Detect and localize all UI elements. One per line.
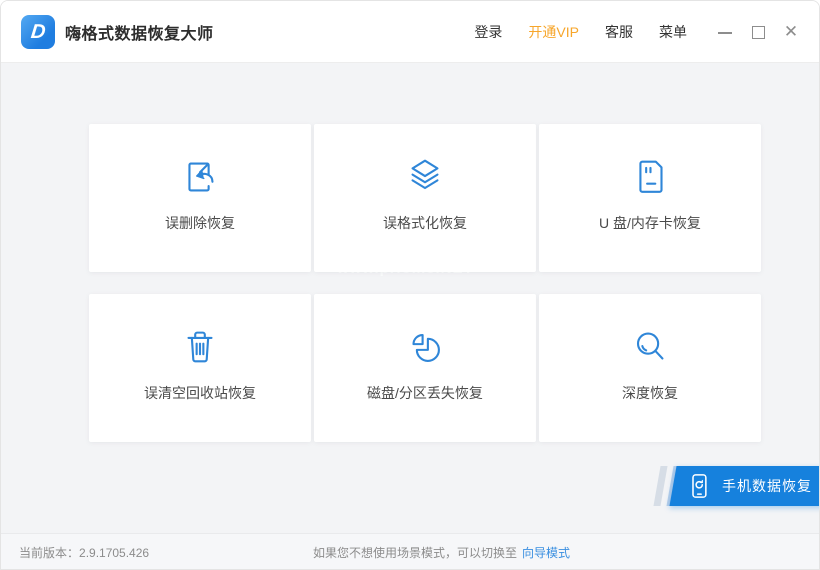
version-label: 当前版本：: [19, 546, 79, 560]
card-label: 误清空回收站恢复: [144, 383, 256, 403]
version-number: 2.9.1705.426: [79, 546, 149, 560]
scene-mode-panel: www.pHome.NET 误删除恢复: [1, 63, 819, 533]
wizard-mode-link[interactable]: 向导模式: [522, 546, 570, 560]
magnifier-icon: [627, 324, 673, 370]
maximize-button[interactable]: [750, 24, 766, 40]
card-usb-sdcard-recovery[interactable]: U 盘/内存卡恢复: [539, 124, 761, 272]
card-label: 深度恢复: [622, 383, 678, 403]
card-undelete-recovery[interactable]: 误删除恢复: [89, 124, 311, 272]
window-controls: ✕: [717, 24, 799, 40]
card-label: 误格式化恢复: [383, 213, 467, 233]
card-label: 误删除恢复: [165, 213, 235, 233]
phone-data-recovery-button[interactable]: 手机数据恢复: [669, 466, 820, 506]
card-label: U 盘/内存卡恢复: [599, 213, 701, 233]
card-recycle-bin-recovery[interactable]: 误清空回收站恢复: [89, 294, 311, 442]
header-nav: 登录 开通VIP 客服 菜单: [474, 22, 687, 42]
close-button[interactable]: ✕: [783, 24, 799, 40]
sd-card-icon: [627, 154, 673, 200]
logo-letter: D: [30, 22, 47, 42]
app-title: 嗨格式数据恢复大师: [65, 20, 214, 44]
version-info: 当前版本：2.9.1705.426: [19, 544, 149, 561]
open-vip-button[interactable]: 开通VIP: [528, 22, 579, 42]
card-deep-recovery[interactable]: 深度恢复: [539, 294, 761, 442]
card-label: 磁盘/分区丢失恢复: [367, 383, 483, 403]
title-bar: D 嗨格式数据恢复大师 登录 开通VIP 客服 菜单 ✕: [1, 1, 819, 63]
pie-chart-icon: [402, 324, 448, 370]
banner-stripe-decoration: [653, 466, 667, 506]
login-button[interactable]: 登录: [474, 22, 502, 42]
menu-button[interactable]: 菜单: [659, 22, 687, 42]
card-partition-loss-recovery[interactable]: 磁盘/分区丢失恢复: [314, 294, 536, 442]
phone-recovery-icon: [687, 472, 711, 500]
trash-icon: [177, 324, 223, 370]
status-bar: 当前版本：2.9.1705.426 如果您不想使用场景模式，可以切换至向导模式: [1, 533, 819, 570]
mode-switch-hint: 如果您不想使用场景模式，可以切换至向导模式: [313, 544, 570, 561]
document-restore-icon: [177, 154, 223, 200]
customer-service-button[interactable]: 客服: [605, 22, 633, 42]
mode-hint-text: 如果您不想使用场景模式，可以切换至: [313, 546, 517, 560]
minimize-button[interactable]: [717, 24, 733, 40]
app-logo: D: [21, 15, 55, 49]
phone-banner-label: 手机数据恢复: [722, 476, 812, 496]
layers-icon: [402, 154, 448, 200]
app-window: D 嗨格式数据恢复大师 登录 开通VIP 客服 菜单 ✕ www.pHome.N…: [0, 0, 820, 570]
card-unformat-recovery[interactable]: 误格式化恢复: [314, 124, 536, 272]
recovery-cards-grid: 误删除恢复 误格式化恢复: [89, 124, 761, 442]
